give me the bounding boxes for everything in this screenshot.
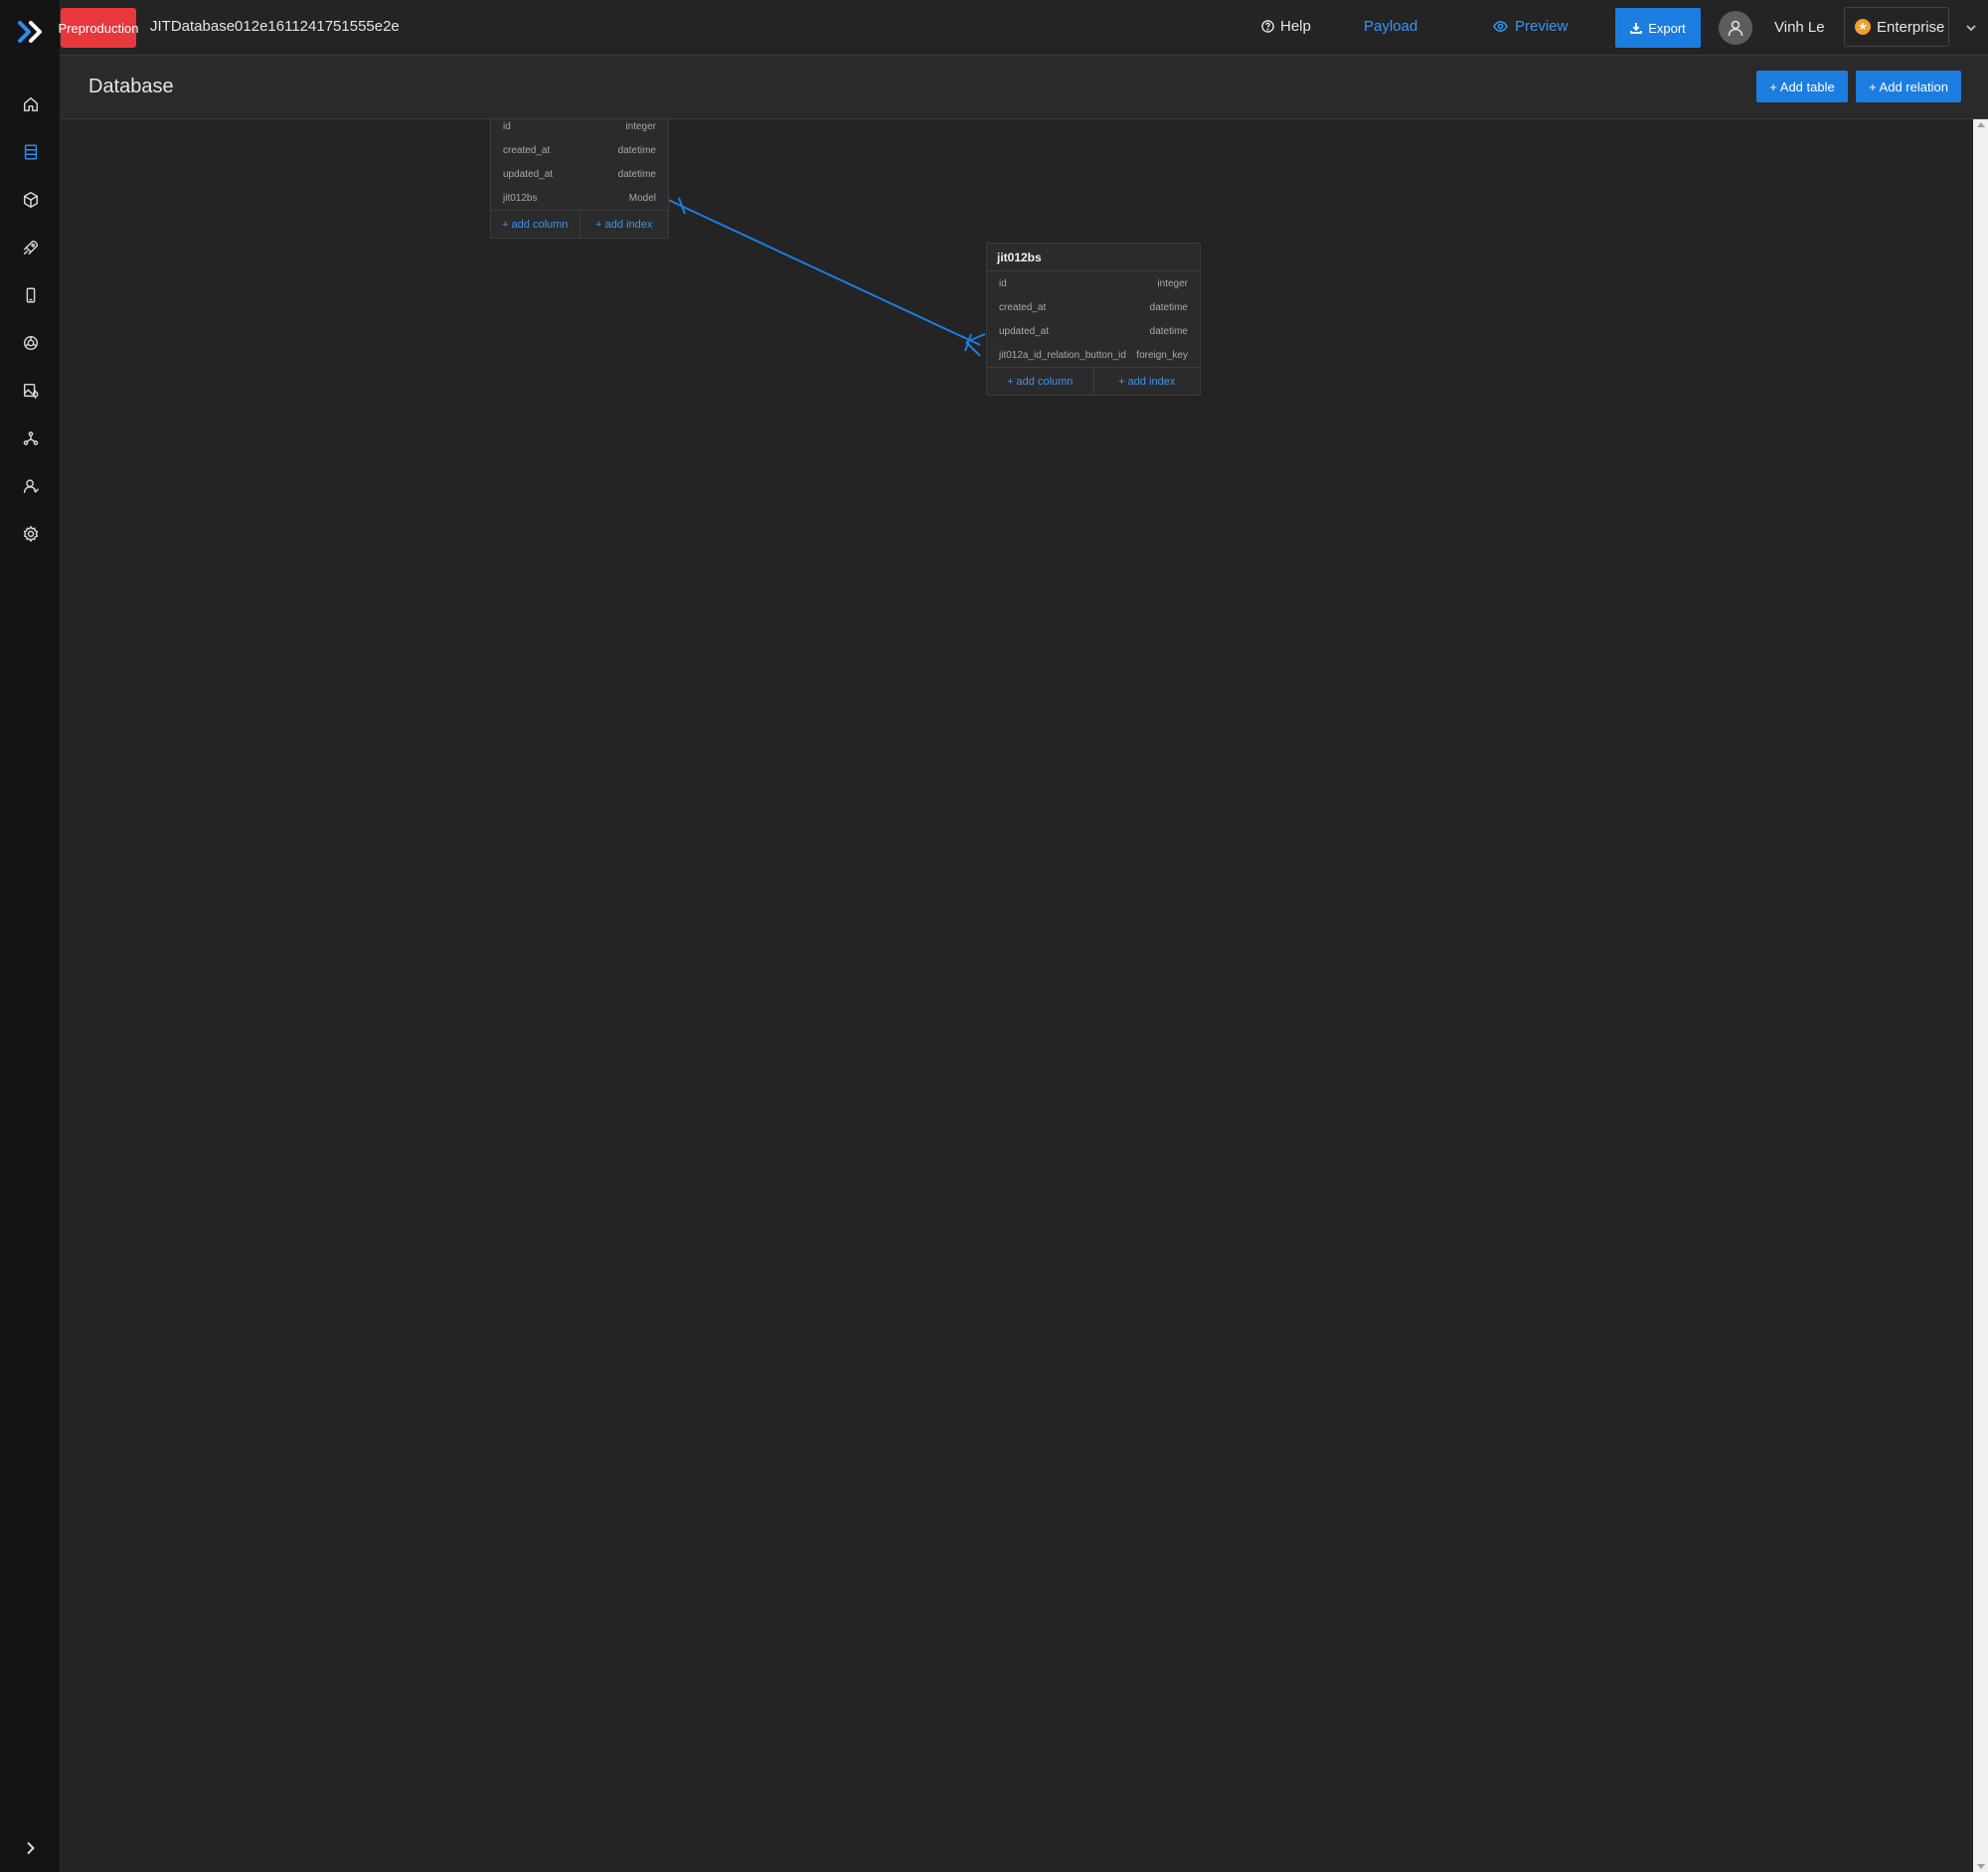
preview-label: Preview	[1515, 18, 1569, 35]
table-column-row[interactable]: id integer	[987, 271, 1200, 295]
app-name: JITDatabase012e1611241751555e2e	[150, 18, 400, 35]
topbar: Preproduction JITDatabase012e16112417515…	[59, 0, 1988, 56]
sidebar-item-home[interactable]	[18, 91, 44, 117]
plan-label: Enterprise	[1877, 18, 1945, 36]
environment-badge[interactable]: Preproduction	[59, 8, 138, 48]
column-type: integer	[625, 120, 656, 132]
chevron-down-icon	[1966, 25, 1976, 32]
table-column-row[interactable]: jit012a_id_relation_button_id foreign_ke…	[987, 343, 1200, 367]
column-type: Model	[628, 192, 656, 204]
theme-icon	[23, 335, 39, 351]
user-name[interactable]: Vinh Le	[1774, 19, 1825, 36]
database-icon	[24, 144, 38, 160]
column-name: id	[999, 277, 1007, 289]
table-column-row[interactable]: created_at datetime	[987, 295, 1200, 319]
sidebar-item-mobile[interactable]	[18, 282, 44, 308]
home-icon	[23, 96, 39, 112]
table-column-row[interactable]: updated_at datetime	[987, 319, 1200, 343]
table-column-row[interactable]: updated_at datetime	[491, 162, 668, 186]
column-name: created_at	[999, 301, 1047, 313]
export-label: Export	[1648, 20, 1686, 36]
chevron-right-icon	[27, 1841, 35, 1855]
column-type: integer	[1157, 277, 1188, 289]
integration-icon	[23, 431, 39, 445]
sidebar-item-deploy[interactable]	[18, 235, 44, 260]
help-label: Help	[1280, 18, 1311, 35]
avatar[interactable]	[1719, 11, 1752, 45]
sidebar-item-models[interactable]	[18, 187, 44, 213]
column-name: id	[503, 120, 511, 132]
settings-icon	[23, 526, 39, 542]
export-button[interactable]: Export	[1615, 8, 1701, 48]
scroll-down-arrow-icon[interactable]	[1977, 1864, 1985, 1869]
media-icon	[23, 383, 39, 399]
rocket-icon	[23, 240, 39, 255]
column-type: datetime	[617, 144, 656, 156]
download-icon	[1630, 23, 1643, 34]
schema-canvas[interactable]: id integer created_at datetime updated_a…	[61, 119, 1973, 1872]
table-column-row[interactable]: created_at datetime	[491, 138, 668, 162]
table-name[interactable]: jit012bs	[987, 244, 1200, 271]
sidebar-item-settings[interactable]	[18, 521, 44, 547]
table-actions: + add column + add index	[987, 367, 1200, 395]
add-table-button[interactable]: + Add table	[1756, 71, 1848, 102]
star-icon: ★	[1855, 19, 1871, 35]
add-index-button[interactable]: + add index	[1094, 368, 1201, 395]
payload-link[interactable]: Payload	[1364, 18, 1417, 35]
add-index-button[interactable]: + add index	[580, 211, 669, 238]
table-card[interactable]: jit012bs id integer created_at datetime …	[986, 243, 1201, 396]
add-relation-button[interactable]: + Add relation	[1856, 71, 1961, 102]
column-type: datetime	[1149, 301, 1188, 313]
column-name: updated_at	[999, 325, 1050, 337]
vertical-scrollbar[interactable]	[1973, 119, 1988, 1872]
sidebar-item-users[interactable]	[18, 473, 44, 499]
page-header: Database + Add table + Add relation	[61, 56, 1988, 119]
table-card[interactable]: id integer created_at datetime updated_a…	[490, 119, 669, 239]
preview-link[interactable]: Preview	[1493, 18, 1568, 35]
column-name: updated_at	[503, 168, 554, 180]
column-name: jit012bs	[503, 192, 538, 204]
sidebar-item-integrations[interactable]	[18, 425, 44, 451]
add-column-button[interactable]: + add column	[987, 368, 1094, 395]
sidebar-item-database[interactable]	[18, 139, 44, 165]
expand-sidebar-button[interactable]	[18, 1835, 44, 1861]
users-icon	[23, 479, 39, 494]
plan-selector[interactable]: ★ Enterprise	[1844, 7, 1949, 47]
help-link[interactable]: Help	[1261, 18, 1311, 35]
sidebar	[0, 0, 61, 1872]
column-type: datetime	[1149, 325, 1188, 337]
question-circle-icon	[1261, 20, 1274, 33]
column-type: foreign_key	[1136, 349, 1188, 361]
column-type: datetime	[617, 168, 656, 180]
user-icon	[1728, 20, 1743, 37]
page-title: Database	[88, 76, 174, 97]
mobile-icon	[26, 287, 36, 303]
column-name: jit012a_id_relation_button_id	[999, 349, 1126, 361]
sidebar-item-theme[interactable]	[18, 330, 44, 356]
table-column-row[interactable]: jit012bs Model	[491, 186, 668, 210]
app-logo[interactable]	[17, 20, 45, 44]
table-column-row[interactable]: id integer	[491, 119, 668, 138]
plan-dropdown-toggle[interactable]	[1959, 16, 1983, 40]
eye-icon	[1493, 21, 1508, 32]
add-column-button[interactable]: + add column	[491, 211, 580, 238]
table-actions: + add column + add index	[491, 210, 668, 238]
column-name: created_at	[503, 144, 551, 156]
cube-icon	[23, 192, 39, 208]
sidebar-item-media[interactable]	[18, 378, 44, 404]
scroll-up-arrow-icon[interactable]	[1977, 122, 1985, 127]
